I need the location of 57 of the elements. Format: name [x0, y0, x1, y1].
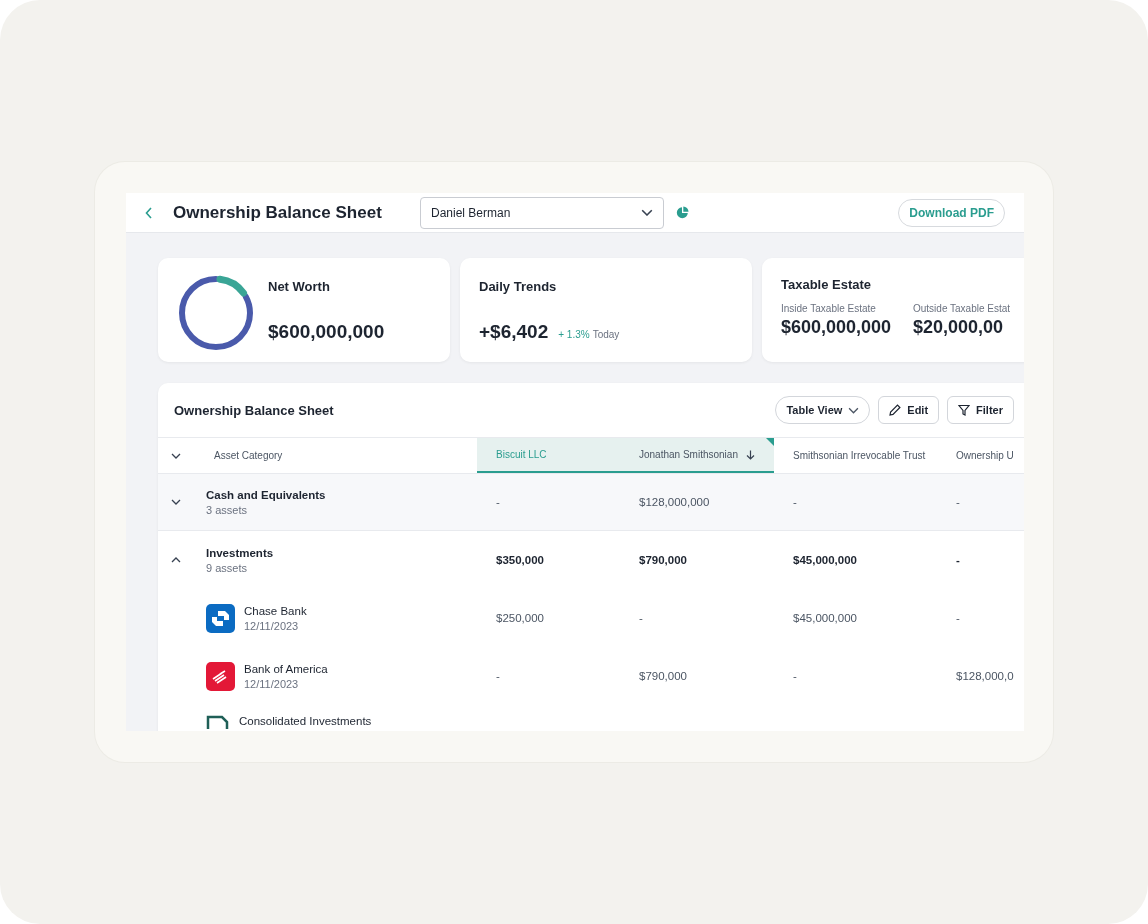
column-header[interactable]: Smithsonian Irrevocable Trust — [793, 450, 926, 461]
change-percent: + 1.3% — [558, 329, 590, 340]
table-cell-text: - — [792, 495, 798, 510]
asset-date: 12/11/2023 — [244, 619, 300, 632]
asset-count: 9 assets — [206, 561, 248, 574]
asset-name: Bank of America — [244, 662, 328, 675]
column-header[interactable]: Ownership U — [956, 450, 1014, 461]
table-cell-text: - — [638, 611, 644, 626]
caret-icon[interactable] — [641, 208, 653, 217]
table-cell-text: $790,000 — [638, 553, 688, 568]
net-worth-value: $600,000,000 — [268, 321, 385, 343]
person-select[interactable]: Daniel Berman — [420, 196, 664, 229]
table-cell-text: - — [955, 611, 961, 626]
table-cell-text: $350,000 — [495, 553, 545, 568]
card-title: Taxable Estate — [781, 277, 873, 292]
column-header[interactable]: Asset Category — [214, 450, 283, 461]
table-cell-text: - — [495, 495, 501, 510]
table-cell-text: $790,000 — [638, 669, 688, 684]
expand-all-icon[interactable] — [171, 452, 181, 459]
table-cell-text: $45,000,000 — [792, 611, 858, 626]
page-title: Ownership Balance Sheet — [173, 202, 383, 223]
category-name: Investments — [206, 546, 274, 559]
table-cell-text: - — [955, 495, 961, 510]
bank-logo-icon — [206, 603, 235, 633]
estate-label: Inside Taxable Estate — [781, 303, 877, 314]
sort-arrow-icon[interactable] — [745, 449, 755, 460]
table-cell-text: - — [792, 669, 798, 684]
panel-title: Ownership Balance Sheet — [174, 402, 334, 418]
caret-icon — [848, 406, 860, 414]
edit-button[interactable]: Edit — [878, 396, 940, 424]
category-name: Cash and Equivalents — [206, 488, 326, 501]
asset-name: Chase Bank — [244, 604, 307, 617]
table-cell-text: $128,000,000 — [638, 495, 711, 510]
table-cell-text: $45,000,000 — [792, 553, 858, 568]
expand-toggle-icon[interactable] — [171, 499, 181, 505]
estate-value: $20,000,00 — [913, 317, 1005, 338]
expand-toggle-icon[interactable] — [171, 557, 181, 563]
table-cell-text: $128,000,0 — [955, 669, 1015, 684]
period-label: Today — [592, 329, 620, 340]
document-icon — [206, 715, 230, 729]
trend-value: +$6,402 — [479, 321, 549, 343]
estate-value: $600,000,000 — [781, 317, 893, 338]
pencil-icon — [889, 404, 902, 416]
pie-chart-icon[interactable] — [676, 206, 689, 219]
estate-label: Outside Taxable Estat — [913, 303, 1011, 314]
asset-count: 3 assets — [206, 503, 248, 516]
card-title: Net Worth — [268, 279, 331, 294]
view-select[interactable]: Table View — [775, 396, 871, 424]
table-cell-text: - — [495, 669, 501, 684]
asset-date: 12/11/2023 — [244, 677, 300, 690]
table-cell-text: $250,000 — [495, 611, 545, 626]
filter-button[interactable]: Filter — [947, 396, 1014, 424]
table-cell-text: - — [955, 553, 961, 568]
bank-logo-icon — [206, 661, 235, 691]
filter-icon — [958, 404, 971, 416]
asset-name: Consolidated Investments — [239, 715, 372, 727]
card-title: Daily Trends — [479, 279, 558, 294]
